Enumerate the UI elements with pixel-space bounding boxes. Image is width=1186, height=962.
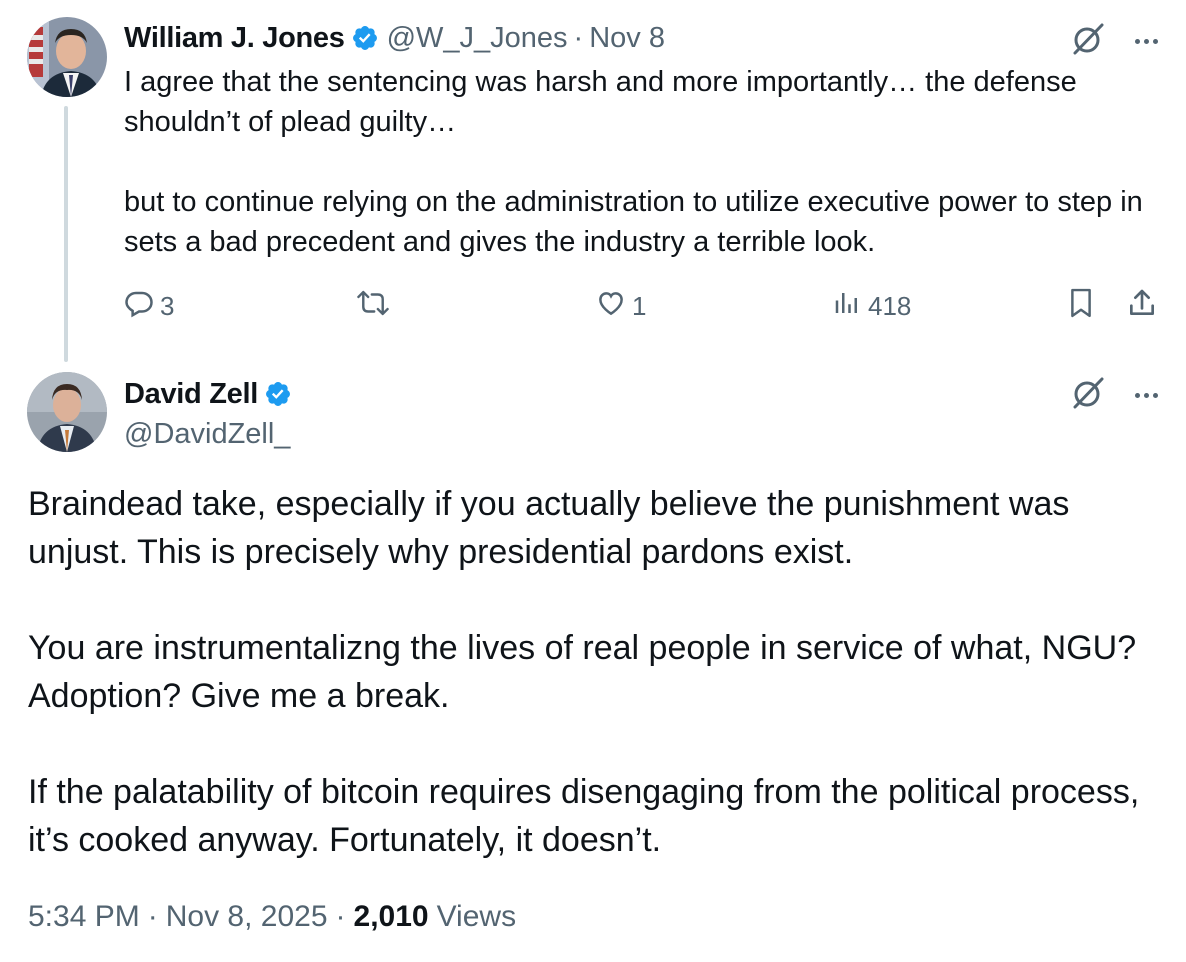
header-separator: · bbox=[573, 21, 584, 54]
views-icon bbox=[832, 288, 862, 325]
reply-icon bbox=[124, 288, 154, 325]
meta-separator: · bbox=[147, 900, 158, 933]
reply-count: 3 bbox=[160, 290, 175, 321]
verified-badge-icon bbox=[351, 24, 379, 52]
repost-icon bbox=[356, 288, 390, 325]
author-handle[interactable]: @W_J_Jones bbox=[387, 22, 568, 55]
parent-tweet-action-bar: 3 1 418 bbox=[124, 284, 1160, 328]
parent-tweet-top-actions bbox=[1071, 22, 1158, 61]
grok-icon[interactable] bbox=[1071, 376, 1105, 415]
tweet-page: William J. Jones @W_J_Jones · Nov 8 I ag… bbox=[0, 0, 1186, 962]
author-handle[interactable]: @DavidZell_ bbox=[124, 414, 290, 454]
tweet-full-date[interactable]: Nov 8, 2025 bbox=[166, 900, 328, 934]
parent-tweet-text: I agree that the sentencing was harsh an… bbox=[124, 62, 1154, 262]
thread-connector-line bbox=[64, 106, 68, 362]
bookmark-icon bbox=[1066, 287, 1096, 326]
avatar-david-zell[interactable] bbox=[27, 372, 107, 452]
like-button[interactable]: 1 bbox=[596, 284, 646, 328]
like-icon bbox=[596, 288, 626, 325]
more-icon[interactable] bbox=[1135, 39, 1158, 44]
main-tweet-text: Braindead take, especially if you actual… bbox=[28, 480, 1168, 864]
author-name[interactable]: David Zell bbox=[124, 378, 258, 411]
tweet-date[interactable]: Nov 8 bbox=[589, 22, 665, 55]
tweet-time[interactable]: 5:34 PM bbox=[28, 900, 140, 934]
meta-separator: · bbox=[335, 900, 346, 933]
tweet-paragraph: You are instrumentalizng the lives of re… bbox=[28, 629, 1137, 715]
share-button[interactable] bbox=[1126, 284, 1158, 328]
bookmark-button[interactable] bbox=[1066, 284, 1096, 328]
views-label: Views bbox=[436, 900, 517, 933]
main-tweet-top-actions bbox=[1071, 376, 1158, 415]
parent-tweet-header: William J. Jones @W_J_Jones · Nov 8 bbox=[124, 18, 665, 58]
tweet-paragraph: Braindead take, especially if you actual… bbox=[28, 485, 1070, 571]
more-icon[interactable] bbox=[1135, 393, 1158, 398]
tweet-paragraph: I agree that the sentencing was harsh an… bbox=[124, 66, 1077, 138]
views-count: 418 bbox=[868, 290, 912, 321]
repost-button[interactable] bbox=[356, 284, 390, 328]
author-name[interactable]: William J. Jones bbox=[124, 22, 345, 55]
views-count: 2,010 bbox=[353, 900, 429, 933]
verified-badge-icon bbox=[264, 380, 292, 408]
grok-icon[interactable] bbox=[1071, 22, 1105, 61]
main-tweet-header: David Zell bbox=[124, 374, 300, 414]
tweet-paragraph: but to continue relying on the administr… bbox=[124, 186, 1143, 258]
tweet-paragraph: If the palatability of bitcoin requires … bbox=[28, 773, 1140, 859]
like-count: 1 bbox=[632, 290, 647, 321]
share-icon bbox=[1126, 287, 1158, 326]
avatar-william-jones[interactable] bbox=[27, 17, 107, 97]
tweet-metadata: 5:34 PM · Nov 8, 2025 · 2,010 Views bbox=[28, 892, 516, 942]
views-button[interactable]: 418 bbox=[832, 284, 911, 328]
reply-button[interactable]: 3 bbox=[124, 284, 174, 328]
